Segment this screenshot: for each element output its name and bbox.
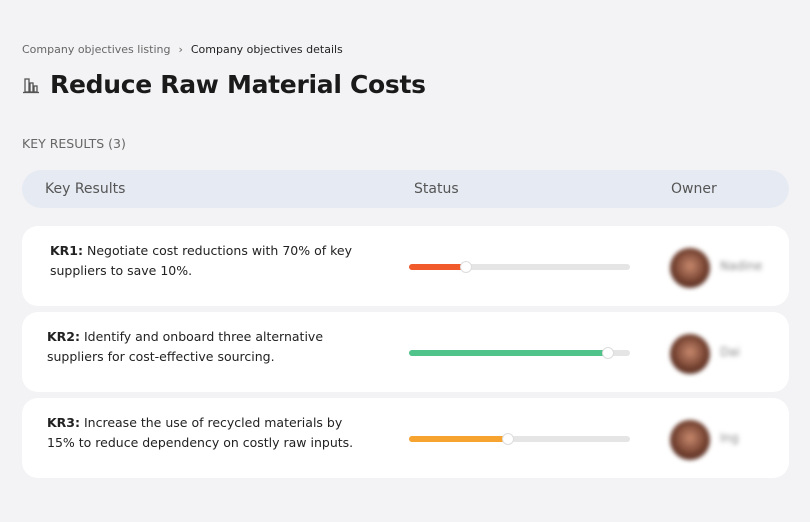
key-result-text: Negotiate cost reductions with 70% of ke… [50, 243, 352, 278]
table-row[interactable]: KR2: Identify and onboard three alternat… [22, 312, 789, 392]
owner-name: Nadine [720, 259, 763, 273]
breadcrumb-link-listing[interactable]: Company objectives listing [22, 43, 170, 56]
table-header: Key Results Status Owner [22, 170, 789, 208]
table-row[interactable]: KR3: Increase the use of recycled materi… [22, 398, 789, 478]
header-owner: Owner [671, 181, 717, 197]
breadcrumb-current: Company objectives details [190, 43, 343, 56]
page-title: Reduce Raw Material Costs [50, 70, 426, 99]
progress-fill [409, 436, 509, 442]
avatar [670, 420, 710, 460]
header-status: Status [414, 181, 459, 197]
key-result-id: KR2: [47, 329, 81, 344]
header-key-results: Key Results [45, 181, 126, 197]
key-result-text: Increase the use of recycled materials b… [47, 415, 354, 450]
progress-bar[interactable] [409, 261, 630, 273]
progress-fill [409, 350, 608, 356]
building-chart-icon [23, 77, 39, 93]
avatar [670, 248, 710, 288]
progress-bar[interactable] [409, 347, 630, 359]
key-result-id: KR3: [47, 415, 81, 430]
page-header: Reduce Raw Material Costs [22, 70, 426, 99]
key-result-description: KR2: Identify and onboard three alternat… [47, 327, 367, 367]
key-result-description: KR3: Increase the use of recycled materi… [47, 413, 367, 453]
breadcrumb-separator: › [178, 43, 183, 56]
progress-bar[interactable] [409, 433, 630, 445]
progress-handle[interactable] [601, 347, 614, 359]
key-result-description: KR1: Negotiate cost reductions with 70% … [50, 241, 370, 281]
progress-handle[interactable] [460, 261, 473, 273]
breadcrumb: Company objectives listing › Company obj… [22, 43, 343, 56]
key-result-text: Identify and onboard three alternative s… [47, 329, 324, 364]
key-result-id: KR1: [50, 243, 84, 258]
owner-name: Ing [720, 431, 739, 445]
section-label: KEY RESULTS (3) [22, 136, 126, 151]
table-row[interactable]: KR1: Negotiate cost reductions with 70% … [22, 226, 789, 306]
progress-fill [409, 264, 467, 270]
progress-handle[interactable] [502, 433, 515, 445]
avatar [670, 334, 710, 374]
owner-name: Dai [720, 345, 740, 359]
